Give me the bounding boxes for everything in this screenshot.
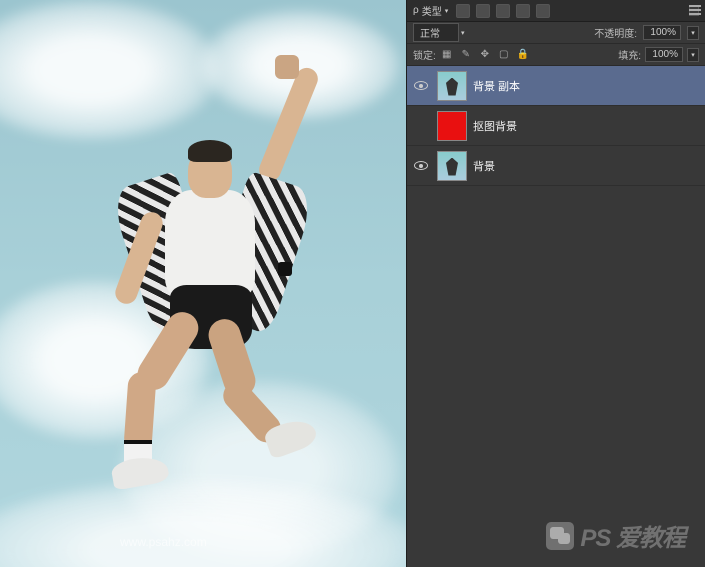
filter-kind-label: 类型: [422, 3, 442, 18]
blend-mode-select[interactable]: 正常: [413, 23, 459, 42]
lock-position-icon[interactable]: ✥: [478, 48, 492, 62]
fill-arrow-icon[interactable]: ▾: [687, 48, 699, 62]
layer-thumbnail[interactable]: [437, 151, 467, 181]
layer-row[interactable]: 背景 副本: [407, 66, 705, 106]
lock-artboard-icon[interactable]: ▢: [497, 48, 511, 62]
blend-bar: 正常 ▾ 不透明度: 100% ▾: [407, 22, 705, 44]
layers-panel: ρ 类型 ▾ 正常 ▾ 不透明度: 100% ▾ 锁定: ▦ ✎ ✥ ▢ 🔒 填…: [406, 0, 705, 567]
layer-thumbnail[interactable]: [437, 111, 467, 141]
eye-icon: [414, 161, 428, 170]
layer-row[interactable]: 背景: [407, 146, 705, 186]
jumping-man: [90, 60, 350, 480]
layer-name[interactable]: 抠图背景: [473, 118, 517, 134]
blend-mode-value: 正常: [420, 29, 440, 40]
layers-list: 背景 副本抠图背景背景: [407, 66, 705, 567]
lock-transparency-icon[interactable]: ▦: [440, 48, 454, 62]
filter-kind-dropdown[interactable]: ρ 类型 ▾: [413, 3, 448, 18]
document-canvas[interactable]: www.psahz.com: [0, 0, 406, 567]
watermark-text: PS 爱教程: [580, 518, 685, 553]
opacity-arrow-icon[interactable]: ▾: [687, 26, 699, 40]
layer-row[interactable]: 抠图背景: [407, 106, 705, 146]
filter-pixel-icon[interactable]: [456, 4, 470, 18]
layer-name[interactable]: 背景 副本: [473, 78, 520, 94]
filter-type-icon[interactable]: [496, 4, 510, 18]
visibility-toggle[interactable]: [411, 146, 431, 186]
lock-bar: 锁定: ▦ ✎ ✥ ▢ 🔒 填充: 100% ▾: [407, 44, 705, 66]
layer-thumbnail[interactable]: [437, 71, 467, 101]
filter-shape-icon[interactable]: [516, 4, 530, 18]
lock-paint-icon[interactable]: ✎: [459, 48, 473, 62]
watermark-url: www.psahz.com: [120, 535, 207, 549]
eye-icon: [414, 81, 428, 90]
filter-adjust-icon[interactable]: [476, 4, 490, 18]
lock-label: 锁定:: [413, 47, 436, 62]
watermark: PS 爱教程: [546, 518, 685, 553]
layer-name[interactable]: 背景: [473, 158, 495, 174]
visibility-toggle[interactable]: [411, 66, 431, 106]
filter-smart-icon[interactable]: [536, 4, 550, 18]
opacity-input[interactable]: 100%: [643, 25, 681, 40]
lock-all-icon[interactable]: 🔒: [516, 48, 530, 62]
opacity-label: 不透明度:: [594, 25, 637, 40]
fill-label: 填充:: [618, 47, 641, 62]
panel-menu-icon[interactable]: [687, 3, 701, 17]
visibility-toggle[interactable]: [411, 106, 431, 146]
wechat-icon: [546, 522, 574, 550]
fill-input[interactable]: 100%: [645, 47, 683, 62]
panel-filter-bar: ρ 类型 ▾: [407, 0, 705, 22]
